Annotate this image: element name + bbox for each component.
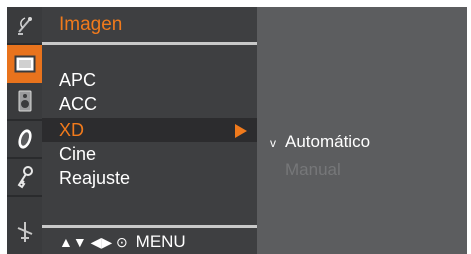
key-icon[interactable] bbox=[7, 159, 42, 197]
menu-item-reajuste[interactable]: Reajuste bbox=[59, 167, 130, 189]
menu-item-acc[interactable]: ACC bbox=[59, 93, 97, 115]
menu-item-xd[interactable]: XD bbox=[59, 119, 84, 141]
osd-menu: Imagen APC ACC XD Cine Reajuste ▲▼ ◀▶ ⊙ … bbox=[7, 7, 467, 254]
title-divider bbox=[42, 42, 257, 45]
bottom-divider bbox=[42, 225, 257, 228]
menu-item-apc[interactable]: APC bbox=[59, 69, 96, 91]
submenu-panel: v Automático Manual bbox=[257, 7, 467, 254]
speaker-icon[interactable] bbox=[7, 83, 42, 121]
option-automatico[interactable]: Automático bbox=[285, 131, 370, 153]
navigation-hint: ▲▼ ◀▶ ⊙ MENU bbox=[59, 233, 186, 251]
submenu-arrow-icon bbox=[235, 124, 247, 138]
menu-panel: Imagen APC ACC XD Cine Reajuste ▲▼ ◀▶ ⊙ … bbox=[42, 7, 257, 254]
option-manual[interactable]: Manual bbox=[285, 159, 341, 181]
clock-icon[interactable] bbox=[7, 121, 42, 159]
satellite-icon[interactable] bbox=[7, 7, 42, 45]
antenna-icon[interactable] bbox=[7, 213, 42, 251]
menu-title: Imagen bbox=[59, 14, 123, 35]
navigation-arrows-icon: ▲▼ ◀▶ ⊙ bbox=[59, 234, 128, 250]
category-icon-bar bbox=[7, 7, 42, 254]
menu-item-cine[interactable]: Cine bbox=[59, 143, 96, 165]
picture-icon[interactable] bbox=[7, 45, 42, 83]
menu-button-label: MENU bbox=[135, 232, 186, 251]
check-mark-icon: v bbox=[270, 136, 276, 150]
